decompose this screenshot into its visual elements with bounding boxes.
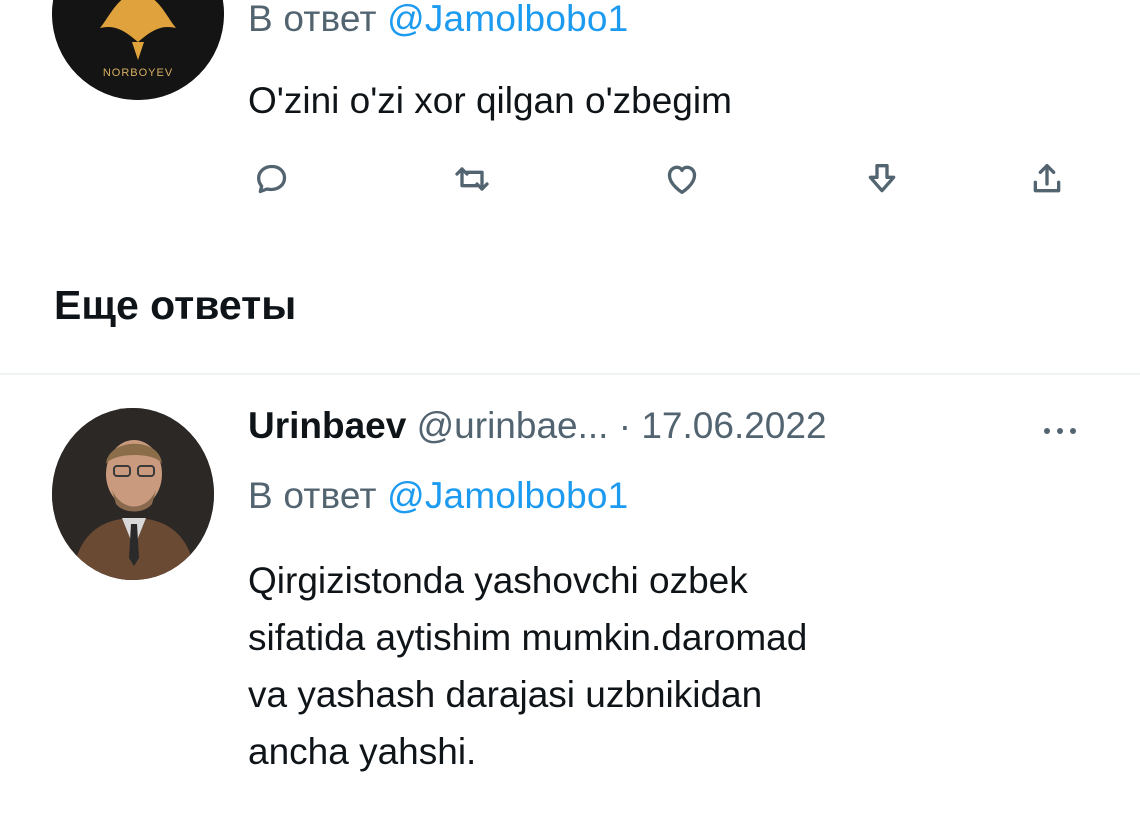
display-name[interactable]: Urinbaev: [248, 405, 406, 446]
more-dot: [1057, 428, 1063, 434]
more-dot: [1044, 428, 1050, 434]
tweet-date[interactable]: 17.06.2022: [641, 405, 826, 446]
profile-photo-icon: [52, 408, 214, 580]
avatar[interactable]: [52, 408, 214, 580]
tweet-text-line: ancha yahshi.: [248, 731, 477, 772]
more-options-button[interactable]: [1042, 410, 1086, 450]
user-handle[interactable]: @urinbae...: [417, 405, 609, 446]
reply-handle-link[interactable]: @Jamolbobo1: [387, 475, 628, 516]
tweet-text-line: Qirgizistonda yashovchi ozbek: [248, 560, 748, 601]
more-dot: [1070, 428, 1076, 434]
tweet-text-line: va yashash darajasi uzbnikidan: [248, 674, 763, 715]
tweet-header: Urinbaev @urinbae... · 17.06.2022: [248, 405, 827, 447]
separator-dot: ·: [618, 405, 632, 446]
tweet-text: Qirgizistonda yashovchi ozbek sifatida a…: [248, 552, 1128, 780]
tweet-2[interactable]: Urinbaev @urinbae... · 17.06.2022 В отве…: [0, 0, 1140, 815]
reply-to: В ответ @Jamolbobo1: [248, 475, 628, 517]
reply-prefix: В ответ: [248, 475, 377, 516]
tweet-text-line: sifatida aytishim mumkin.daromad: [248, 617, 808, 658]
